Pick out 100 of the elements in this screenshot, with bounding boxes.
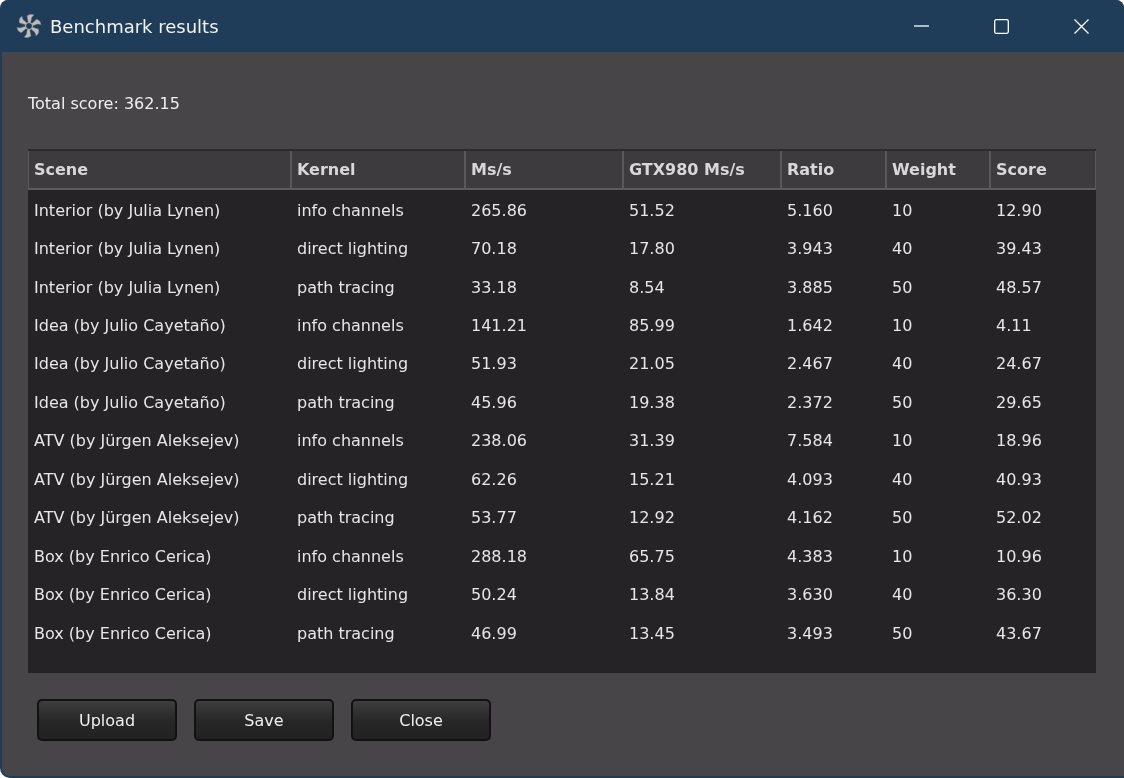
table-cell-text: Idea (by Julio Cayetaño) [33,316,226,336]
table-cell-text: 15.21 [628,469,675,489]
column-header[interactable]: Ratio [781,151,886,190]
table-cell-text: 40 [891,469,913,489]
table-cell-text: Box (by Enrico Cerica) [33,623,212,643]
table-cell-text: 1.642 [786,316,833,336]
table-cell-text: ATV (by Jürgen Aleksejev) [33,469,240,489]
table-cell-text: 10 [891,200,913,220]
table-cell-text: 36.30 [995,585,1042,605]
table-cell-text: Idea (by Julio Cayetaño) [33,354,226,374]
pinwheel-icon [16,13,42,39]
table-cell-text: 265.86 [470,200,527,220]
table-cell-text: info channels [296,200,404,220]
minimize-icon [913,25,929,27]
table-cell-text: 40 [891,354,913,374]
table-cell-text: 50 [891,392,913,412]
table-cell-text: info channels [296,431,404,451]
table-cell-text: 3.630 [786,585,833,605]
table-cell-text: 39.43 [995,239,1042,259]
table-cell-text: 288.18 [470,546,527,566]
table-cell-text: 10 [891,431,913,451]
table-cell-text: 24.67 [995,354,1042,374]
maximize-icon [993,18,1009,34]
table-cell-text: info channels [296,546,404,566]
table-cell-text: 3.885 [786,277,833,297]
table-cell-text: path tracing [296,277,395,297]
table-cell-text: Interior (by Julia Lynen) [33,277,221,297]
table-cell-text: 8.54 [628,277,665,297]
table-cell-text: direct lighting [296,585,409,605]
column-header[interactable]: Scene [28,151,291,190]
column-header[interactable]: Weight [886,151,990,190]
table-cell-text: 2.467 [786,354,833,374]
table-cell-text: 19.38 [628,392,675,412]
table-cell-text: 18.96 [995,431,1042,451]
table-cell-text: Interior (by Julia Lynen) [33,239,221,259]
table-cell-text: Interior (by Julia Lynen) [33,200,221,220]
column-header[interactable]: Score [990,151,1096,190]
table-cell-text: 45.96 [470,392,517,412]
window-title: Benchmark results [50,15,219,37]
table-cell-text: direct lighting [296,469,409,489]
table-cell-text: 70.18 [470,239,517,259]
column-header[interactable]: Kernel [291,151,465,190]
total-score-text: Total score: 362.15 [28,93,180,115]
table-cell-text: 53.77 [470,508,517,528]
table-cell-text: 85.99 [628,316,675,336]
table-cell-text: 10 [891,546,913,566]
table-cell-text: 31.39 [628,431,675,451]
table-cell-text: 50.24 [470,585,517,605]
table-cell-text: 141.21 [470,316,527,336]
table-cell-text: direct lighting [296,354,409,374]
table-cell-text: 40.93 [995,469,1042,489]
table-cell-text: 29.65 [995,392,1042,412]
table-cell-text: 10 [891,316,913,336]
table-cell-text: 4.093 [786,469,833,489]
table-cell-text: Box (by Enrico Cerica) [33,585,212,605]
table-cell-text: 62.26 [470,469,517,489]
table-cell-text: 40 [891,239,913,259]
table-cell-text: 4.11 [995,316,1032,336]
table-cell-text: 13.84 [628,585,675,605]
table-cell-text: 3.943 [786,239,833,259]
table-cell-text: 65.75 [628,546,675,566]
table-cell-text: path tracing [296,508,395,528]
table-cell-text: path tracing [296,623,395,643]
table-cell-text: 33.18 [470,277,517,297]
table-cell-text: info channels [296,316,404,336]
table-cell-text: 3.493 [786,623,833,643]
table-cell-text: 43.67 [995,623,1042,643]
table-cell-text: 10.96 [995,546,1042,566]
table-cell-text: 48.57 [995,277,1042,297]
table-cell-text: 51.93 [470,354,517,374]
column-header[interactable]: Ms/s [465,151,623,190]
table-cell-text: 2.372 [786,392,833,412]
table-cell-text: 5.160 [786,200,833,220]
table-cell-text: 13.45 [628,623,675,643]
close-icon [1073,18,1089,34]
table-cell-text: ATV (by Jürgen Aleksejev) [33,431,240,451]
table-cell-text: 238.06 [470,431,527,451]
table-cell-text: direct lighting [296,239,409,259]
table-cell-text: 52.02 [995,508,1042,528]
table-cell-text: 40 [891,585,913,605]
table-cell-text: 4.162 [786,508,833,528]
table-cell-text: 50 [891,508,913,528]
table-cell-text: 12.90 [995,200,1042,220]
table-cell-text: 12.92 [628,508,675,528]
dialog-button[interactable]: Save [194,699,334,741]
table-cell-text: path tracing [296,392,395,412]
table-cell-text: ATV (by Jürgen Aleksejev) [33,508,240,528]
table-cell-text: 46.99 [470,623,517,643]
dialog-button[interactable]: Close [351,699,491,741]
table-cell-text: 50 [891,623,913,643]
table-cell-text: 50 [891,277,913,297]
table-cell-text: 51.52 [628,200,675,220]
table-cell-text: 21.05 [628,354,675,374]
column-header[interactable]: GTX980 Ms/s [623,151,781,190]
table-cell-text: 17.80 [628,239,675,259]
table-cell-text: Idea (by Julio Cayetaño) [33,392,226,412]
table-cell-text: 7.584 [786,431,833,451]
table-cell-text: 4.383 [786,546,833,566]
table-cell-text: Box (by Enrico Cerica) [33,546,212,566]
dialog-button[interactable]: Upload [37,699,177,741]
